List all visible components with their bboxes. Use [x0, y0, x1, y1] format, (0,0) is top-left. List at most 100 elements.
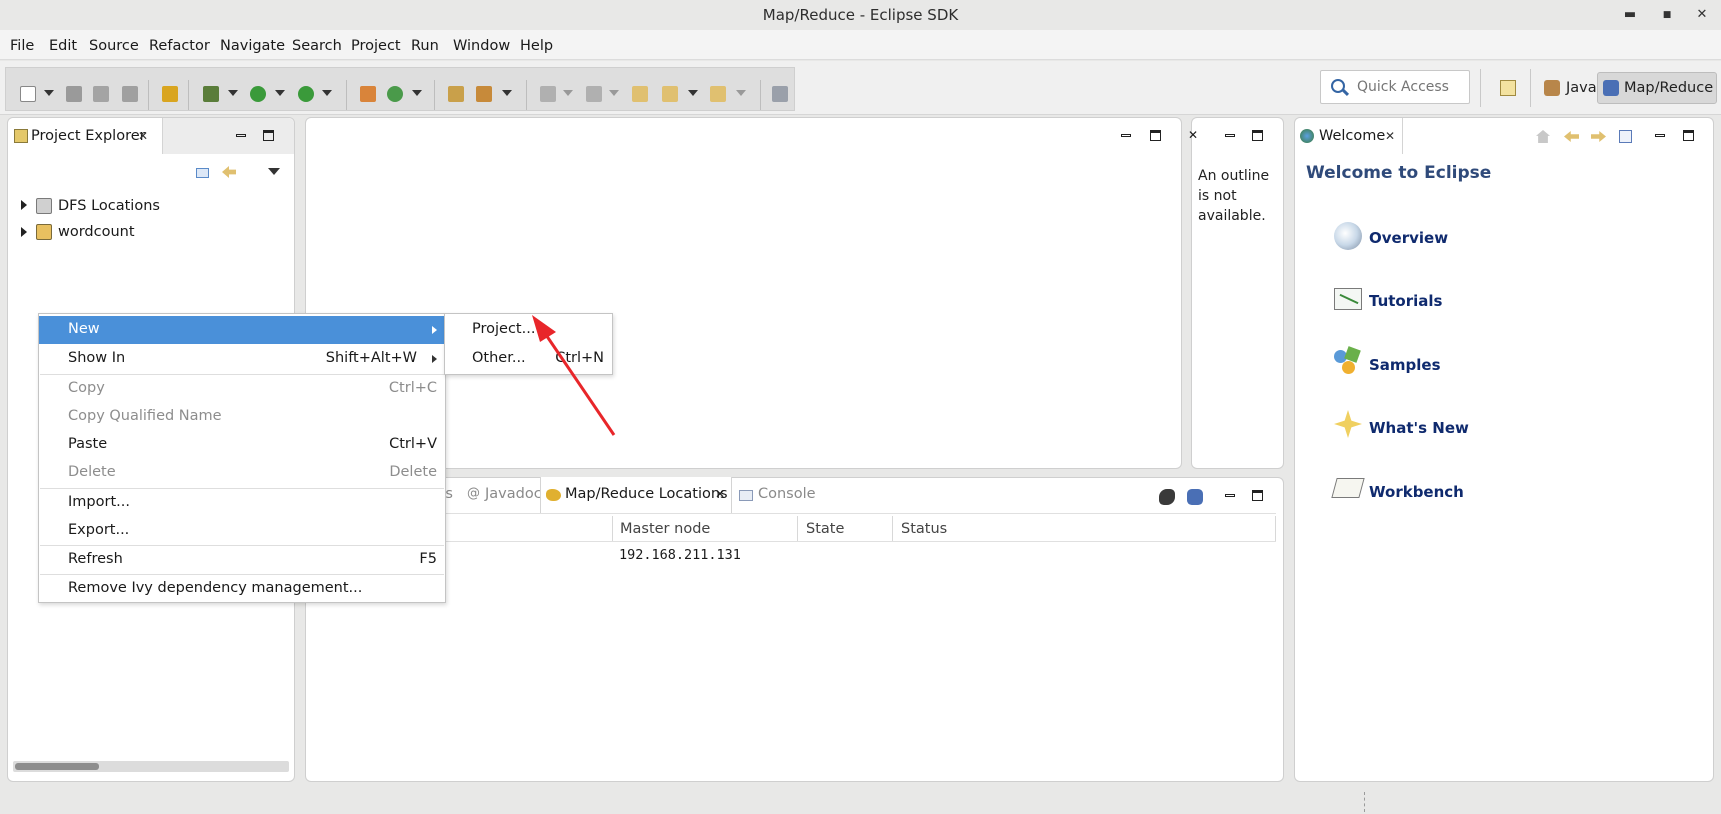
minimize-icon[interactable] — [1121, 134, 1131, 137]
next-annotation-icon[interactable] — [540, 86, 556, 102]
forward-icon[interactable] — [710, 86, 726, 102]
close-tab-icon[interactable]: ✕ — [138, 129, 148, 143]
tab-console[interactable]: Console — [758, 486, 816, 502]
maximize-icon[interactable] — [1683, 130, 1694, 141]
maximize-icon[interactable] — [1150, 130, 1161, 141]
external-dropdown-icon[interactable] — [322, 90, 332, 96]
pin-editor-icon[interactable] — [772, 86, 788, 102]
quick-access-box[interactable] — [1320, 70, 1470, 104]
tree-item-wordcount[interactable]: wordcount — [58, 224, 135, 240]
context-menu-item-paste[interactable]: Paste Ctrl+V — [39, 431, 445, 459]
print-icon[interactable] — [122, 86, 138, 102]
new-location-icon[interactable] — [1159, 489, 1175, 505]
column-header-status[interactable]: Status — [901, 521, 947, 537]
save-icon[interactable] — [66, 86, 82, 102]
tutorials-icon[interactable] — [1334, 288, 1362, 310]
workbench-icon[interactable] — [1331, 478, 1365, 498]
menu-source[interactable]: Source — [89, 38, 139, 54]
close-window-button[interactable]: ✕ — [1692, 5, 1712, 25]
context-menu-item-new[interactable]: New — [39, 316, 445, 344]
project-explorer-tab[interactable]: Project Explorer ✕ — [8, 118, 163, 154]
debug-icon[interactable] — [203, 86, 219, 102]
welcome-tab[interactable]: Welcome ✕ — [1295, 118, 1403, 154]
menu-refactor[interactable]: Refactor — [149, 38, 210, 54]
context-menu-item-export[interactable]: Export... — [39, 517, 445, 545]
menu-window[interactable]: Window — [453, 38, 510, 54]
debug-dropdown-icon[interactable] — [228, 90, 238, 96]
new-file-icon[interactable] — [20, 86, 36, 102]
quick-access-input[interactable] — [1355, 77, 1465, 97]
close-tab-icon[interactable]: ✕ — [1385, 129, 1395, 143]
maximize-icon[interactable] — [1252, 130, 1263, 141]
context-menu-item-refresh[interactable]: Refresh F5 — [39, 546, 445, 574]
minimize-icon[interactable] — [1225, 134, 1235, 137]
edit-location-icon[interactable] — [1187, 489, 1203, 505]
welcome-link-overview[interactable]: Overview — [1369, 229, 1448, 247]
perspective-map-reduce[interactable]: Map/Reduce — [1597, 72, 1717, 104]
menu-run[interactable]: Run — [411, 38, 439, 54]
context-menu-item-delete[interactable]: Delete Delete — [39, 459, 445, 487]
run-external-icon[interactable] — [298, 86, 314, 102]
minimize-window-button[interactable]: ▬ — [1620, 5, 1640, 25]
prev-annotation-dropdown-icon[interactable] — [609, 90, 619, 96]
new-package-icon[interactable] — [360, 86, 376, 102]
welcome-link-samples[interactable]: Samples — [1369, 356, 1441, 374]
view-menu-icon[interactable] — [268, 168, 280, 175]
next-annotation-dropdown-icon[interactable] — [563, 90, 573, 96]
menu-edit[interactable]: Edit — [49, 38, 77, 54]
open-perspective-icon[interactable] — [1500, 80, 1516, 96]
customize-page-icon[interactable] — [1619, 130, 1632, 143]
minimize-icon[interactable] — [1655, 134, 1665, 137]
menu-project[interactable]: Project — [351, 38, 401, 54]
table-row[interactable]: 192.168.211.131 — [306, 544, 1276, 568]
minimize-icon[interactable] — [236, 134, 246, 137]
tab-map-reduce-locations[interactable]: Map/Reduce Locations ✕ — [540, 477, 732, 513]
menu-help[interactable]: Help — [520, 38, 553, 54]
minimize-icon[interactable] — [1225, 494, 1235, 497]
save-all-icon[interactable] — [93, 86, 109, 102]
new-class-dropdown-icon[interactable] — [412, 90, 422, 96]
run-dropdown-icon[interactable] — [275, 90, 285, 96]
elephant-icon — [546, 489, 561, 501]
close-tab-icon[interactable]: ✕ — [1188, 128, 1198, 142]
column-header-state[interactable]: State — [806, 521, 844, 537]
tree-item-dfs-locations[interactable]: DFS Locations — [58, 198, 160, 214]
welcome-link-tutorials[interactable]: Tutorials — [1369, 292, 1442, 310]
maximize-icon[interactable] — [263, 130, 274, 141]
maximize-icon[interactable] — [1252, 490, 1263, 501]
tab-javadoc[interactable]: Javadoc — [485, 486, 542, 502]
column-header-master-node[interactable]: Master node — [620, 521, 710, 537]
last-edit-icon[interactable] — [632, 86, 648, 102]
context-menu-item-copy-qualified-name[interactable]: Copy Qualified Name — [39, 403, 445, 431]
context-menu-item-show-in[interactable]: Show In Shift+Alt+W — [39, 345, 445, 373]
expand-arrow-icon[interactable] — [21, 227, 27, 237]
overview-icon[interactable] — [1334, 222, 1362, 250]
search-task-icon[interactable] — [476, 86, 492, 102]
maximize-window-button[interactable]: ■ — [1657, 5, 1677, 25]
context-menu-item-copy[interactable]: Copy Ctrl+C — [39, 375, 445, 403]
menu-search[interactable]: Search — [292, 38, 342, 54]
new-dropdown-icon[interactable] — [44, 90, 54, 96]
welcome-link-workbench[interactable]: Workbench — [1369, 483, 1464, 501]
window-title: Map/Reduce - Eclipse SDK — [762, 6, 959, 24]
menu-file[interactable]: File — [10, 38, 34, 54]
perspective-java[interactable]: Java — [1538, 76, 1603, 102]
search-dropdown-icon[interactable] — [502, 90, 512, 96]
forward-dropdown-icon[interactable] — [736, 90, 746, 96]
previous-annotation-icon[interactable] — [586, 86, 602, 102]
welcome-link-whats-new[interactable]: What's New — [1369, 419, 1469, 437]
build-icon[interactable] — [162, 86, 178, 102]
horizontal-scrollbar-thumb[interactable] — [15, 763, 99, 770]
back-dropdown-icon[interactable] — [688, 90, 698, 96]
context-menu-item-remove-ivy[interactable]: Remove Ivy dependency management... — [39, 575, 445, 603]
new-class-icon[interactable] — [387, 86, 403, 102]
open-type-icon[interactable] — [448, 86, 464, 102]
collapse-all-icon[interactable] — [196, 168, 209, 178]
menu-navigate[interactable]: Navigate — [220, 38, 285, 54]
context-menu-item-import[interactable]: Import... — [39, 489, 445, 517]
run-icon[interactable] — [250, 86, 266, 102]
samples-icon[interactable] — [1334, 346, 1362, 376]
back-icon[interactable] — [662, 86, 678, 102]
expand-arrow-icon[interactable] — [21, 200, 27, 210]
close-tab-icon[interactable]: ✕ — [715, 487, 725, 501]
